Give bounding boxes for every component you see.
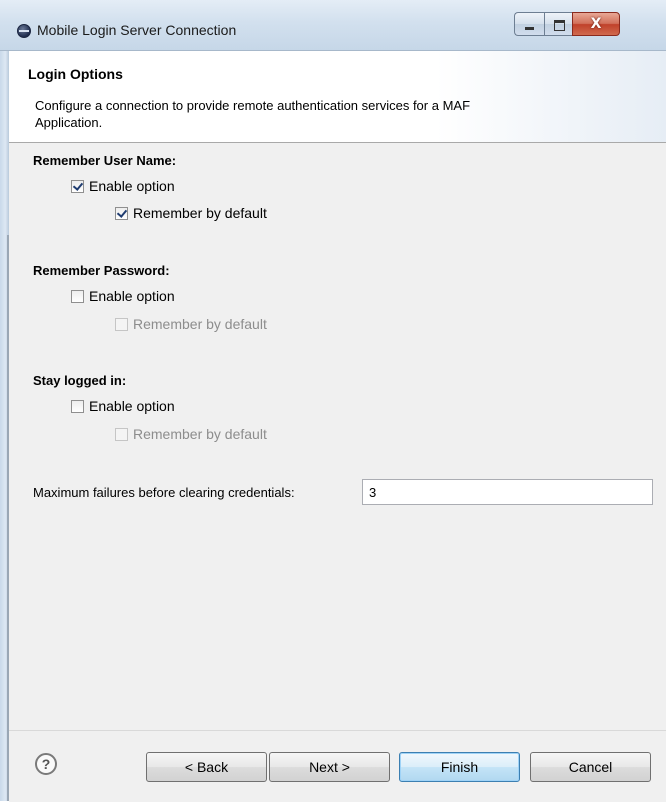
checkbox-box[interactable] xyxy=(71,399,84,413)
title-bar[interactable]: Mobile Login Server Connection X xyxy=(0,0,666,51)
section-title-stay-logged-in: Stay logged in: xyxy=(33,373,127,388)
minimize-icon xyxy=(525,27,534,30)
section-title-remember-user: Remember User Name: xyxy=(33,153,177,168)
max-failures-input[interactable] xyxy=(362,479,653,505)
wizard-content: Remember User Name: Enable option Rememb… xyxy=(9,143,666,730)
checkbox-label: Enable option xyxy=(89,398,175,414)
section-title-remember-password: Remember Password: xyxy=(33,263,170,278)
checkbox-box[interactable] xyxy=(71,179,84,193)
checkbox-label: Remember by default xyxy=(133,316,267,332)
window-title: Mobile Login Server Connection xyxy=(37,22,237,38)
window-controls: X xyxy=(514,12,620,38)
page-description: Configure a connection to provide remote… xyxy=(35,98,471,130)
help-icon[interactable]: ? xyxy=(35,753,57,775)
checkbox-label: Enable option xyxy=(89,178,175,194)
cancel-button[interactable]: Cancel xyxy=(530,752,651,782)
checkbox-box[interactable] xyxy=(115,206,128,220)
minimize-button[interactable] xyxy=(514,12,544,36)
checkbox-label: Enable option xyxy=(89,288,175,304)
finish-button[interactable]: Finish xyxy=(399,752,520,782)
checkbox-label: Remember by default xyxy=(133,205,267,221)
maximize-button[interactable] xyxy=(544,12,572,36)
remember-user-enable-checkbox[interactable]: Enable option xyxy=(71,178,175,194)
eclipse-app-icon xyxy=(17,24,31,38)
checkbox-label: Remember by default xyxy=(133,426,267,442)
checkbox-box[interactable] xyxy=(115,427,128,441)
stay-logged-in-default-checkbox[interactable]: Remember by default xyxy=(115,426,267,442)
maximize-icon xyxy=(554,20,565,31)
window-frame-left xyxy=(0,0,9,801)
remember-user-default-checkbox[interactable]: Remember by default xyxy=(115,205,267,221)
stay-logged-in-enable-checkbox[interactable]: Enable option xyxy=(71,398,175,414)
checkbox-box[interactable] xyxy=(71,289,84,303)
close-icon: X xyxy=(590,16,602,32)
remember-password-default-checkbox[interactable]: Remember by default xyxy=(115,316,267,332)
page-title: Login Options xyxy=(28,66,123,82)
wizard-header: Login Options Configure a connection to … xyxy=(9,51,666,143)
close-button[interactable]: X xyxy=(572,12,620,36)
next-button[interactable]: Next > xyxy=(269,752,390,782)
back-button[interactable]: < Back xyxy=(146,752,267,782)
max-failures-label: Maximum failures before clearing credent… xyxy=(33,485,295,500)
remember-password-enable-checkbox[interactable]: Enable option xyxy=(71,288,175,304)
wizard-footer: ? < Back Next > Finish Cancel xyxy=(9,730,666,802)
checkbox-box[interactable] xyxy=(115,317,128,331)
